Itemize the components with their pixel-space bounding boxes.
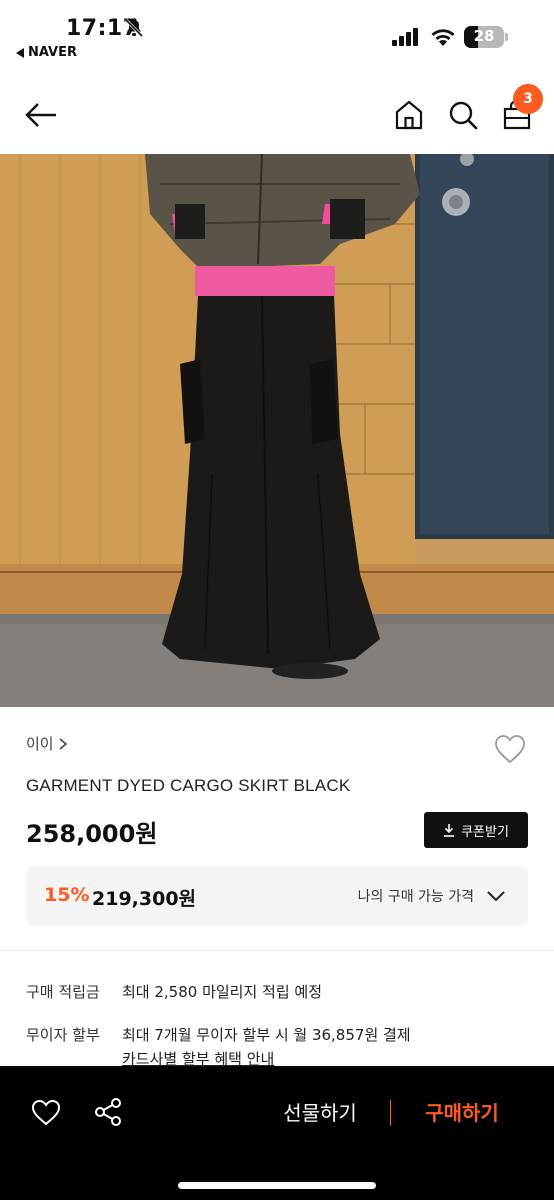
- chevron-down-icon: [487, 891, 505, 902]
- discount-rate: 15%: [44, 884, 90, 906]
- signal-icon: [392, 28, 418, 46]
- my-price-label: 나의 구매 가능 가격: [357, 889, 474, 905]
- points-label: 구매 적립금: [26, 983, 100, 1001]
- heart-icon[interactable]: [30, 1096, 62, 1128]
- brand-name: 이이: [26, 735, 54, 753]
- points-value: 최대 2,580 마일리지 적립 예정: [122, 983, 323, 1001]
- my-price-toggle[interactable]: 나의 구매 가능 가격: [358, 886, 506, 906]
- home-indicator[interactable]: [178, 1182, 376, 1189]
- app-header: [0, 70, 554, 154]
- action-separator: [390, 1100, 391, 1126]
- status-bar: 17:17 NAVER 28: [0, 0, 554, 70]
- product-price: 258,000원: [26, 820, 158, 848]
- back-to-app-link[interactable]: NAVER: [16, 45, 77, 60]
- battery-level: 28: [473, 27, 495, 45]
- product-image[interactable]: [0, 154, 554, 707]
- back-triangle-icon: [16, 47, 24, 58]
- share-icon[interactable]: [92, 1096, 124, 1128]
- installment-value: 최대 7개월 무이자 할부 시 월 36,857원 결제: [122, 1026, 411, 1044]
- gift-button[interactable]: 선물하기: [270, 1096, 370, 1130]
- coupon-label: 쿠폰받기: [461, 824, 509, 840]
- search-icon[interactable]: [446, 98, 480, 132]
- home-icon[interactable]: [392, 98, 426, 132]
- back-app-label: NAVER: [28, 45, 78, 60]
- bell-slash-icon: [124, 18, 144, 38]
- cart-count-badge: 3: [513, 84, 543, 114]
- discount-price-box[interactable]: 15% 219,300원 나의 구매 가능 가격: [26, 866, 528, 926]
- section-divider: [0, 950, 554, 951]
- discount-price: 219,300원: [92, 888, 197, 910]
- wifi-icon: [431, 29, 455, 46]
- back-arrow-icon[interactable]: [22, 96, 60, 134]
- get-coupon-button[interactable]: 쿠폰받기: [424, 812, 528, 848]
- bottom-action-bar: 선물하기 구매하기: [0, 1066, 554, 1200]
- brand-link[interactable]: 이이: [26, 733, 68, 754]
- product-photo: [0, 154, 554, 707]
- wishlist-heart-icon[interactable]: [492, 731, 528, 767]
- product-title: GARMENT DYED CARGO SKIRT BLACK: [26, 776, 351, 795]
- chevron-right-icon: [59, 737, 67, 750]
- download-icon: [444, 824, 455, 837]
- battery-icon: 28: [464, 26, 508, 48]
- buy-button[interactable]: 구매하기: [410, 1096, 514, 1130]
- installment-label: 무이자 할부: [26, 1026, 100, 1044]
